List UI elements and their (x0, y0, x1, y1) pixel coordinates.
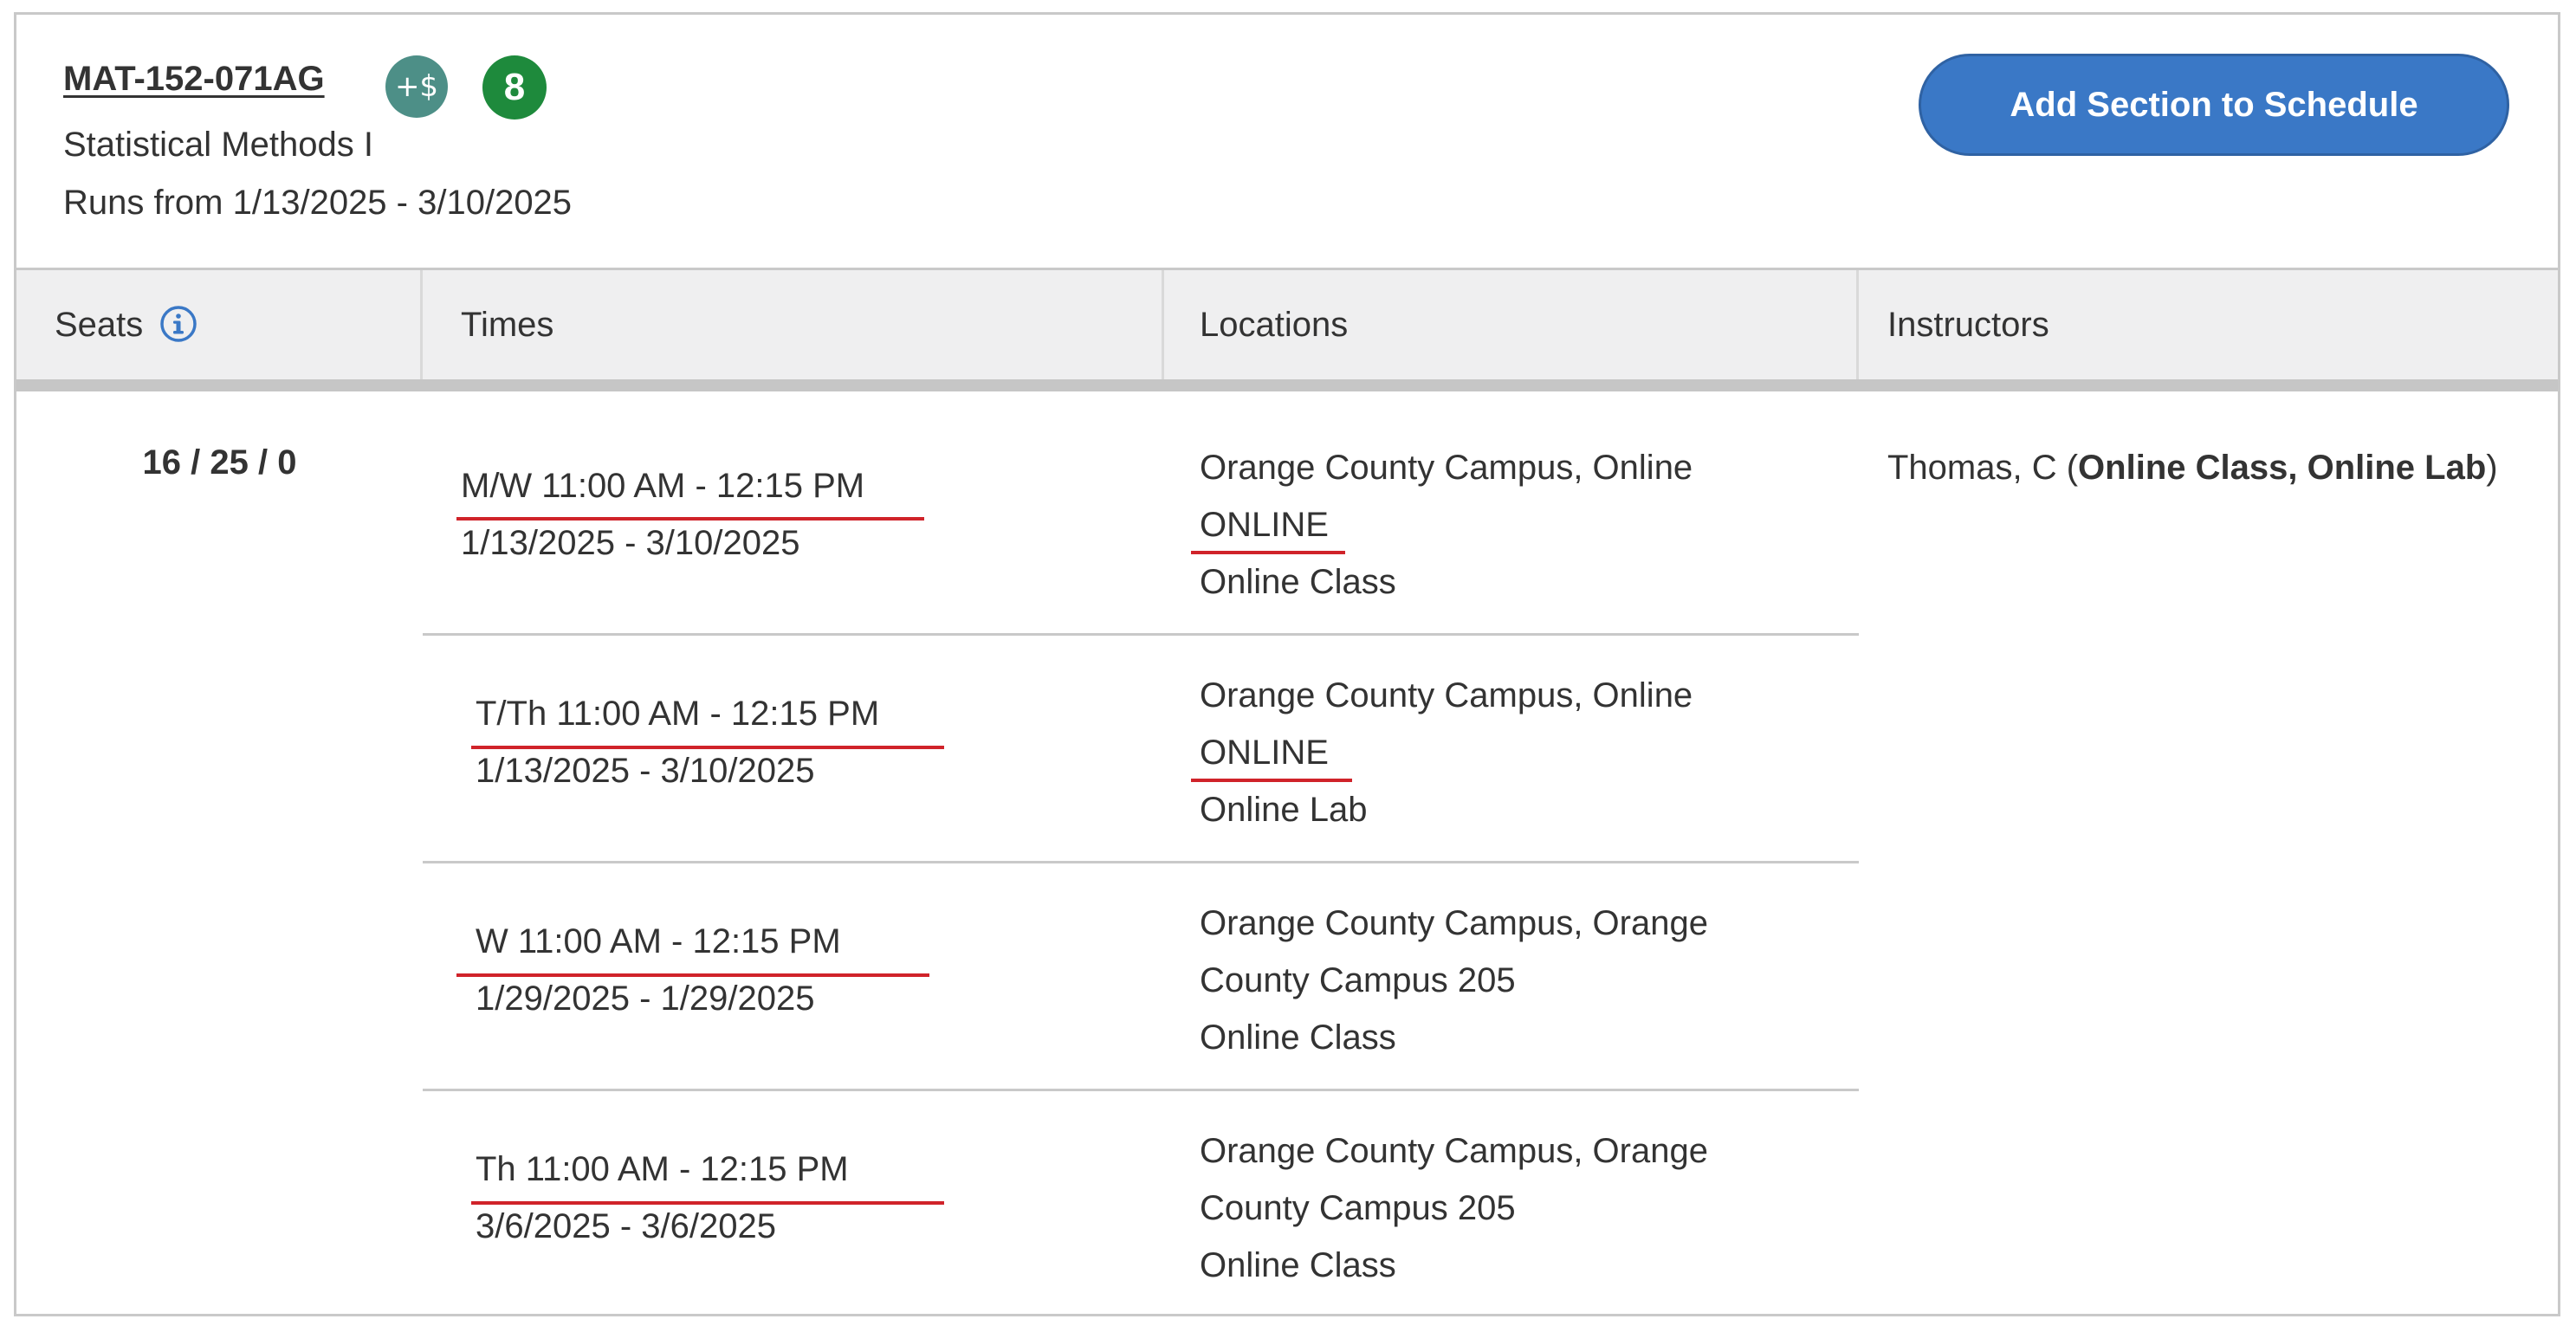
count-badge: 8 (482, 55, 547, 120)
run-dates: Runs from 1/13/2025 - 3/10/2025 (63, 184, 573, 222)
header-seats: Seats (55, 270, 197, 379)
meeting-location-line1: Orange County Campus, Orange (1200, 904, 1708, 942)
meeting-location-line2: County Campus 205 (1200, 961, 1516, 999)
red-underline-annotation (471, 746, 944, 749)
header-divider (420, 270, 423, 379)
red-underline-annotation (471, 1201, 944, 1205)
meeting-location-line2: ONLINE (1200, 734, 1329, 772)
header-divider (1856, 270, 1859, 379)
header-divider (1162, 270, 1164, 379)
section-header: MAT-152-071AG +$ 8 Statistical Methods I… (16, 15, 2558, 270)
meeting-location-type: Online Class (1200, 563, 1396, 601)
row-divider (423, 633, 1859, 636)
instructor-close-paren: ) (2486, 449, 2498, 487)
section-card: MAT-152-071AG +$ 8 Statistical Methods I… (14, 12, 2560, 1316)
header-instructors: Instructors (1887, 306, 2049, 344)
instructor-cell: Thomas, C (Online Class, Online Lab) (1887, 439, 2511, 496)
red-underline-annotation (456, 517, 924, 521)
seats-value: 16 / 25 / 0 (142, 443, 297, 482)
add-section-button[interactable]: Add Section to Schedule (1919, 54, 2509, 156)
row-divider (423, 1089, 1859, 1091)
red-underline-annotation (456, 973, 929, 977)
meeting-dates: 3/6/2025 - 3/6/2025 (476, 1207, 776, 1245)
instructor-name: Thomas, C ( (1887, 449, 2079, 487)
meeting-dates: 1/13/2025 - 3/10/2025 (476, 752, 815, 790)
meeting-location-line2: ONLINE (1200, 506, 1329, 544)
header-seats-label: Seats (55, 306, 144, 344)
meeting-location-type: Online Lab (1200, 791, 1368, 829)
meeting-dates: 1/13/2025 - 3/10/2025 (461, 524, 800, 562)
meeting-time: T/Th 11:00 AM - 12:15 PM (476, 695, 880, 733)
meeting-location-line1: Orange County Campus, Online (1200, 449, 1693, 487)
meeting-time: M/W 11:00 AM - 12:15 PM (461, 467, 865, 505)
meeting-time: W 11:00 AM - 12:15 PM (476, 922, 841, 960)
meeting-location-line2: County Campus 205 (1200, 1189, 1516, 1227)
meeting-location-line1: Orange County Campus, Orange (1200, 1132, 1708, 1170)
info-circle-icon[interactable] (159, 305, 197, 343)
section-code-link[interactable]: MAT-152-071AG (63, 60, 325, 99)
fee-badge-icon: +$ (385, 55, 448, 118)
table-header: Seats Times Locations Instructors (16, 270, 2558, 391)
instructor-roles: Online Class, Online Lab (2078, 449, 2487, 487)
meeting-location-line1: Orange County Campus, Online (1200, 676, 1693, 714)
meeting-time: Th 11:00 AM - 12:15 PM (476, 1150, 849, 1188)
meeting-location-type: Online Class (1200, 1018, 1396, 1057)
course-title: Statistical Methods I (63, 126, 373, 164)
meeting-dates: 1/29/2025 - 1/29/2025 (476, 980, 815, 1018)
row-divider (423, 861, 1859, 863)
header-locations: Locations (1200, 306, 1349, 344)
meeting-location-type: Online Class (1200, 1246, 1396, 1284)
header-times: Times (461, 306, 554, 344)
